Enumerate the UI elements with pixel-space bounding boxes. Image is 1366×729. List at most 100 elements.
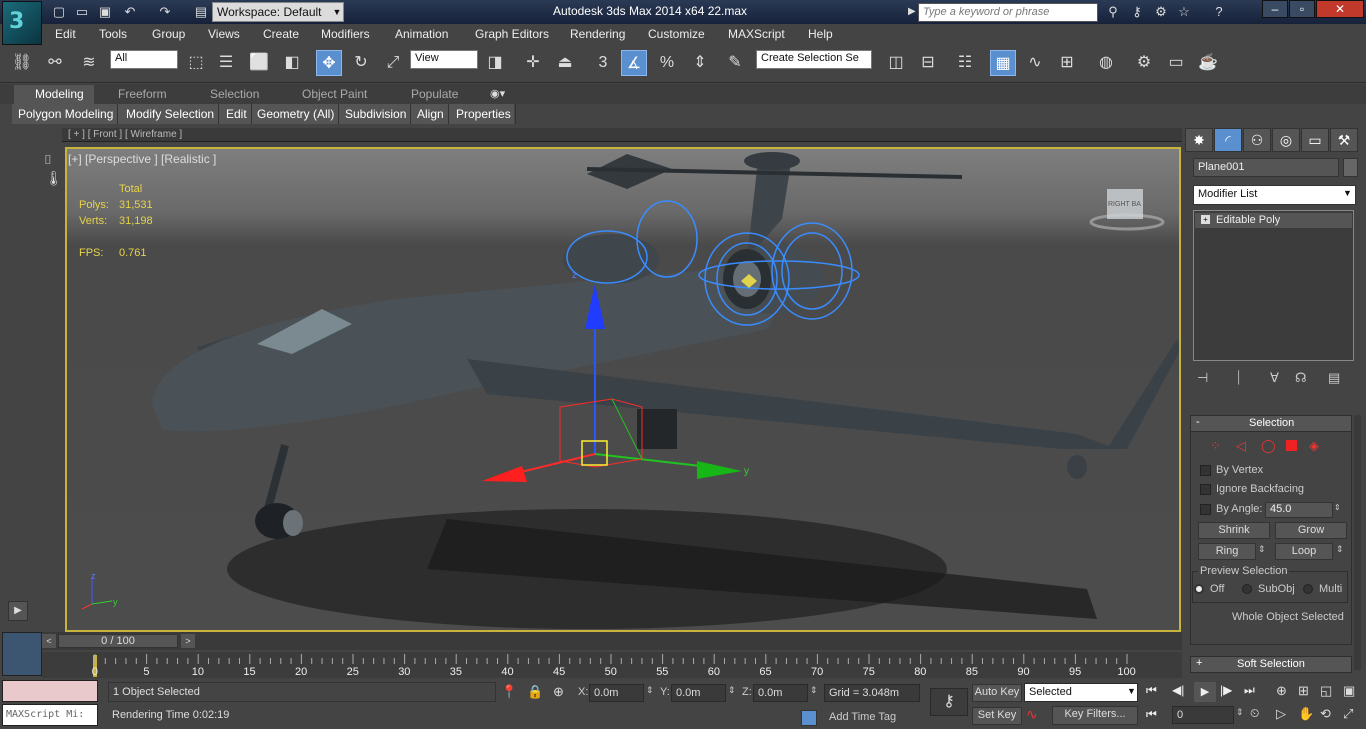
create-panel-icon[interactable]: ✸ (1185, 128, 1213, 152)
curve-editor-icon[interactable]: ∿ (1022, 50, 1048, 76)
time-slider-next-button[interactable]: > (181, 634, 195, 648)
redo-icon[interactable]: ↷ (156, 3, 174, 21)
by-vertex-checkbox[interactable] (1200, 465, 1211, 476)
border-mode-icon[interactable]: ◯ (1261, 438, 1276, 454)
absolute-mode-icon[interactable]: ⊕ (553, 684, 564, 700)
align-button[interactable]: Align (413, 104, 449, 124)
time-slider-prev-button[interactable]: < (42, 634, 56, 648)
element-mode-icon[interactable]: ◈ (1309, 438, 1319, 454)
menu-customize[interactable]: Customize (648, 27, 705, 41)
preview-off-radio[interactable] (1194, 584, 1204, 594)
current-frame-field[interactable]: 0 (1172, 706, 1234, 724)
workspace-dropdown[interactable]: Workspace: Default (212, 2, 344, 22)
menu-modifiers[interactable]: Modifiers (321, 27, 370, 41)
zoom-all-icon[interactable]: ⊞ (1298, 683, 1309, 699)
zoom-extents-icon[interactable]: ◱ (1320, 683, 1332, 699)
play-panel-expand-button[interactable]: ▶ (8, 601, 28, 621)
vertex-mode-icon[interactable]: ⁘ (1210, 438, 1221, 454)
key-filter-curve-icon[interactable]: ∿ (1026, 706, 1038, 723)
by-angle-checkbox[interactable] (1200, 504, 1211, 515)
zoom-extents-all-icon[interactable]: ▣ (1343, 683, 1355, 699)
tab-populate[interactable]: Populate (411, 87, 458, 101)
front-viewport-label[interactable]: [ + ] [ Front ] [ Wireframe ] (68, 129, 182, 140)
close-button[interactable]: ✕ (1316, 0, 1364, 18)
menu-views[interactable]: Views (208, 27, 240, 41)
perspective-viewport[interactable]: z y RIGHT BA z y (65, 147, 1181, 632)
spinner-arrows-icon[interactable]: ⇕ (1334, 503, 1341, 512)
tab-modeling[interactable]: Modeling (35, 87, 84, 101)
angle-spinner[interactable]: 45.0 (1265, 502, 1333, 518)
make-unique-icon[interactable]: ∀ (1270, 370, 1279, 386)
z-coordinate-field[interactable]: 0.0m (753, 684, 808, 702)
play-button[interactable]: ▶ (1194, 682, 1216, 702)
thermometer-icon[interactable]: 🌡 (45, 170, 63, 187)
preview-multi-radio[interactable] (1303, 584, 1313, 594)
menu-create[interactable]: Create (263, 27, 299, 41)
save-icon[interactable]: ▣ (96, 3, 114, 21)
maxscript-listener-output[interactable] (2, 680, 98, 702)
modify-selection-button[interactable]: Modify Selection (122, 104, 220, 124)
viewcube-label[interactable]: RIGHT BA (1108, 201, 1142, 208)
polygon-modeling-button[interactable]: Polygon Modeling (14, 104, 119, 124)
favorites-star-icon[interactable]: ☆ (1175, 3, 1193, 21)
help-search-input[interactable]: Type a keyword or phrase (918, 3, 1098, 22)
z-spinner-icon[interactable]: ⇕ (810, 685, 818, 696)
move-icon[interactable]: ✥ (316, 50, 342, 76)
properties-button[interactable]: Properties (452, 104, 516, 124)
pin-stack-icon[interactable]: ⊣ (1197, 370, 1208, 386)
show-end-result-icon[interactable]: ⏐ (1235, 370, 1242, 386)
pan-view-icon[interactable]: ✋ (1298, 706, 1314, 722)
configure-modifier-sets-icon[interactable]: ▤ (1328, 370, 1340, 386)
keyboard-shortcut-override-icon[interactable]: ⏏ (552, 50, 578, 76)
set-key-big-icon[interactable]: ⚷ (930, 688, 968, 716)
isolate-selection-icon[interactable]: 📍 (501, 684, 517, 700)
chevron-down-icon[interactable]: ▼ (331, 3, 343, 21)
new-file-icon[interactable]: ▢ (50, 3, 68, 21)
reference-coordinate-dropdown[interactable]: View (410, 50, 478, 69)
auto-key-button[interactable]: Auto Key (972, 684, 1022, 702)
grow-button[interactable]: Grow (1275, 522, 1347, 539)
remove-modifier-icon[interactable]: ☊ (1295, 370, 1307, 386)
key-mode-dropdown[interactable]: Selected (1024, 683, 1138, 702)
expand-plus-icon[interactable]: + (1201, 215, 1210, 224)
lock-selection-icon[interactable]: 🔒 (527, 684, 543, 700)
display-panel-icon[interactable]: ▭ (1301, 128, 1329, 152)
command-panel-scrollbar[interactable] (1354, 415, 1361, 670)
open-file-icon[interactable]: ▭ (73, 3, 91, 21)
edit-named-selection-icon[interactable]: ✎ (722, 50, 748, 76)
ignore-backfacing-checkbox[interactable] (1200, 484, 1211, 495)
spinner-snap-icon[interactable]: ⇕ (687, 50, 713, 76)
chevron-down-icon[interactable]: ▼ (1343, 188, 1352, 198)
help-icon[interactable]: ? (1210, 3, 1228, 21)
communication-icon[interactable]: ⚙ (1152, 3, 1170, 21)
time-tag-icon[interactable] (801, 710, 817, 726)
menu-rendering[interactable]: Rendering (570, 27, 625, 41)
ring-button[interactable]: Ring (1198, 543, 1256, 560)
layer-manager-icon[interactable]: ☷ (952, 50, 978, 76)
geometry-all-button[interactable]: Geometry (All) (253, 104, 340, 124)
undo-icon[interactable]: ↶ (121, 3, 139, 21)
viewport-layout-tab-icon[interactable] (2, 632, 42, 676)
render-teapot-icon[interactable]: ☕ (1195, 50, 1221, 76)
scale-icon[interactable]: ⤢ (380, 50, 406, 76)
edit-button[interactable]: Edit (222, 104, 252, 124)
object-color-swatch[interactable] (1343, 158, 1358, 177)
angle-snap-icon[interactable]: ∡ (621, 50, 647, 76)
ribbon-options-icon[interactable]: ◉▾ (490, 87, 505, 100)
project-folder-icon[interactable]: ▤ (192, 3, 210, 21)
go-to-start-icon[interactable]: ⏮ (1146, 683, 1157, 698)
chevron-down-icon[interactable]: ▼ (1127, 686, 1136, 696)
mirror-icon[interactable]: ◫ (883, 50, 909, 76)
go-to-end-icon[interactable]: ⏭ (1244, 683, 1255, 698)
zoom-icon[interactable]: ⊕ (1276, 683, 1287, 699)
pivot-center-icon[interactable]: ◨ (482, 50, 508, 76)
percent-snap-icon[interactable]: % (654, 50, 680, 76)
binoculars-icon[interactable]: ⚲ (1104, 3, 1122, 21)
expand-plus-icon[interactable]: + (1196, 657, 1202, 669)
material-editor-icon[interactable]: ◍ (1093, 50, 1119, 76)
maximize-viewport-icon[interactable]: ⤢ (1343, 706, 1353, 722)
time-slider-thumb[interactable]: 0 / 100 (58, 634, 178, 648)
next-frame-icon[interactable]: |▶ (1220, 683, 1232, 697)
tab-object-paint[interactable]: Object Paint (302, 87, 367, 101)
menu-maxscript[interactable]: MAXScript (728, 27, 785, 41)
